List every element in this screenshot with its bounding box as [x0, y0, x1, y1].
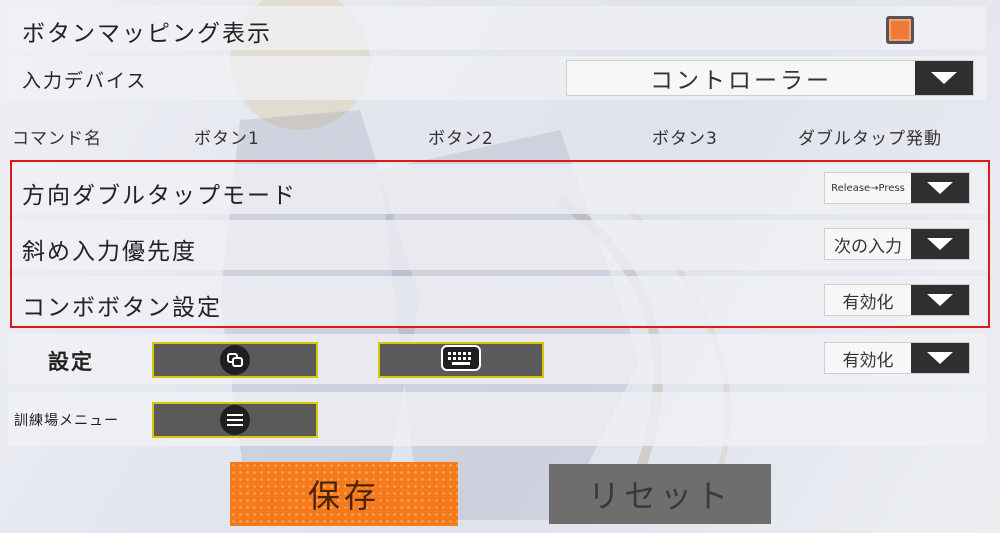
training-menu-label: 訓練場メニュー: [14, 413, 119, 429]
chevron-down-icon[interactable]: [911, 173, 969, 203]
mapping-display-row: ボタンマッピング表示: [8, 6, 986, 50]
keyboard-icon: [441, 345, 481, 375]
chevron-down-icon[interactable]: [911, 285, 969, 315]
combo-button-label: コンボボタン設定: [22, 295, 222, 321]
combo-button-dropdown[interactable]: 有効化: [824, 284, 970, 316]
chevron-down-icon[interactable]: [911, 229, 969, 259]
settings-value: 有効化: [842, 350, 894, 371]
header-button1: ボタン1: [194, 129, 260, 149]
save-button[interactable]: 保存: [230, 462, 458, 526]
header-button2: ボタン2: [428, 129, 494, 149]
header-button3: ボタン3: [652, 129, 718, 149]
chevron-down-icon[interactable]: [915, 61, 973, 95]
settings-button1-slot[interactable]: [152, 342, 318, 378]
direction-double-tap-dropdown[interactable]: Release→Press: [824, 172, 970, 204]
input-device-label: 入力デバイス: [22, 70, 148, 92]
header-command-name: コマンド名: [12, 129, 102, 149]
window-swap-icon: [220, 345, 250, 375]
settings-row: 設定 有効化: [8, 334, 986, 384]
combo-button-value: 有効化: [842, 292, 894, 313]
header-double-tap: ダブルタップ発動: [798, 129, 942, 149]
direction-double-tap-row: 方向ダブルタップモード Release→Press: [8, 164, 986, 214]
diagonal-priority-value: 次の入力: [834, 236, 902, 257]
mapping-display-label: ボタンマッピング表示: [22, 21, 272, 47]
diagonal-priority-label: 斜め入力優先度: [22, 239, 197, 265]
menu-icon: [220, 405, 250, 435]
training-menu-button1-slot[interactable]: [152, 402, 318, 438]
diagonal-priority-dropdown[interactable]: 次の入力: [824, 228, 970, 260]
settings-button2-slot[interactable]: [378, 342, 544, 378]
input-device-row: 入力デバイス コントローラー: [8, 56, 986, 100]
chevron-down-icon[interactable]: [911, 343, 969, 373]
training-menu-row: 訓練場メニュー: [8, 392, 986, 446]
direction-double-tap-label: 方向ダブルタップモード: [22, 183, 297, 209]
input-device-dropdown[interactable]: コントローラー: [566, 60, 974, 96]
combo-button-row: コンボボタン設定 有効化: [8, 276, 986, 326]
direction-double-tap-value: Release→Press: [831, 182, 905, 194]
settings-dropdown[interactable]: 有効化: [824, 342, 970, 374]
command-table-header: コマンド名 ボタン1 ボタン2 ボタン3 ダブルタップ発動: [0, 118, 1000, 154]
mapping-display-checkbox[interactable]: [886, 16, 914, 44]
settings-label: 設定: [48, 350, 94, 374]
input-device-value: コントローラー: [650, 68, 832, 94]
reset-button[interactable]: リセット: [549, 464, 771, 524]
diagonal-priority-row: 斜め入力優先度 次の入力: [8, 220, 986, 270]
